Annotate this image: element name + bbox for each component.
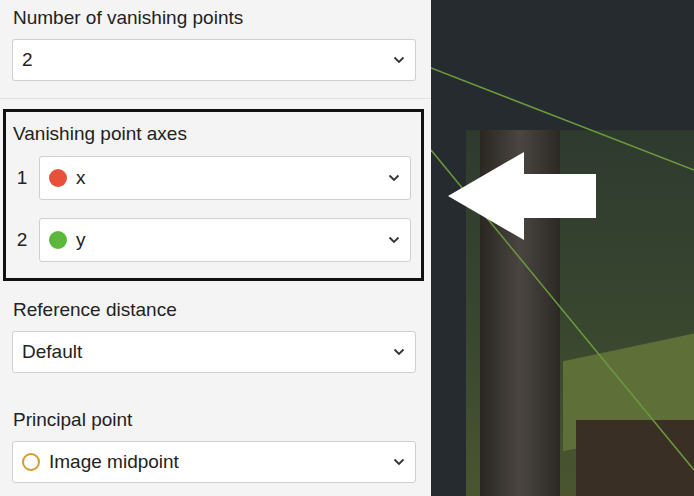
axis-row: 2y [13, 218, 411, 262]
field-label: Reference distance [13, 299, 416, 321]
pointer-arrow-icon [446, 148, 606, 248]
chevron-down-icon [393, 458, 405, 466]
image-view[interactable] [431, 0, 694, 496]
field-label: Principal point [13, 409, 416, 431]
dropdown-value: Image midpoint [49, 451, 384, 473]
vanishing-lines-icon[interactable] [431, 0, 694, 496]
field-label: Vanishing point axes [13, 123, 411, 145]
principal-point-section: Principal point Image midpoint [0, 373, 431, 483]
axis-index: 1 [16, 167, 28, 189]
dropdown[interactable]: Image midpoint [12, 441, 416, 483]
dropdown-value: Default [22, 341, 384, 363]
vanishing-count-section: Number of vanishing points 2 [0, 0, 431, 81]
ring-marker [22, 453, 40, 471]
separator [0, 98, 431, 99]
axes-group: Vanishing point axes1x2y [3, 109, 424, 281]
dropdown[interactable]: Default [12, 331, 416, 373]
chevron-down-icon [393, 56, 405, 64]
dropdown[interactable]: 2 [12, 39, 416, 81]
chevron-down-icon [388, 236, 400, 244]
chevron-down-icon [388, 174, 400, 182]
axis-row: 1x [13, 156, 411, 200]
dropdown[interactable]: x [39, 156, 411, 200]
color-dot [49, 231, 67, 249]
settings-panel: Number of vanishing points 2 Vanishing poi… [0, 0, 431, 496]
dropdown-value: x [76, 167, 379, 189]
reference-distance-section: Reference distance Default [0, 281, 431, 373]
field-label: Number of vanishing points [13, 7, 416, 29]
color-dot [49, 169, 67, 187]
dropdown-value: y [76, 229, 379, 251]
chevron-down-icon [393, 348, 405, 356]
dropdown-value: 2 [22, 49, 384, 71]
dropdown[interactable]: y [39, 218, 411, 262]
axis-index: 2 [16, 229, 28, 251]
